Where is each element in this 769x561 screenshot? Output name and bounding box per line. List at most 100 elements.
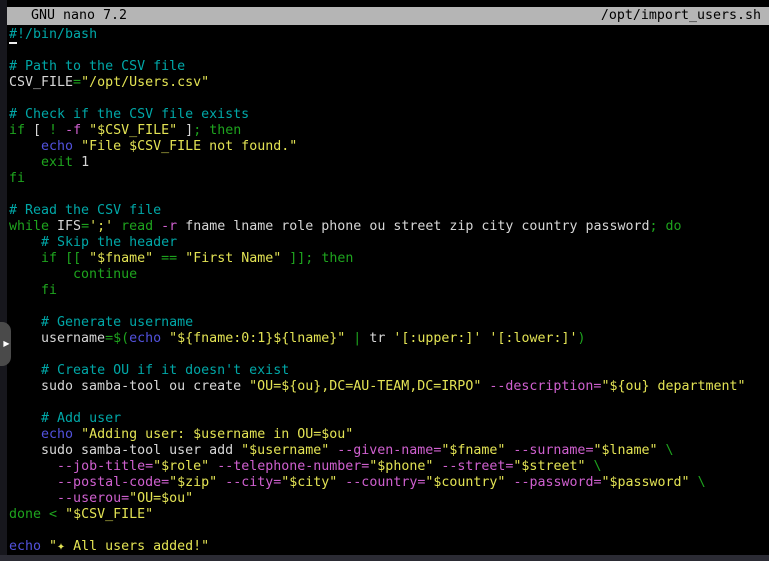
code-segment: # Read the CSV file bbox=[9, 203, 161, 218]
code-segment bbox=[153, 219, 161, 234]
code-line bbox=[9, 43, 769, 59]
code-segment: fname lname role phone ou street zip cit… bbox=[177, 219, 649, 234]
code-line bbox=[9, 395, 769, 411]
code-line: fi bbox=[9, 171, 769, 187]
text-cursor: # bbox=[9, 27, 17, 44]
code-segment: -f bbox=[65, 123, 81, 138]
code-segment bbox=[161, 331, 169, 346]
code-segment: ';' bbox=[89, 219, 113, 234]
code-line: exit 1 bbox=[9, 155, 769, 171]
code-segment: then bbox=[209, 123, 241, 138]
code-segment: sudo samba-tool user add bbox=[9, 443, 241, 458]
code-segment: "✦ All users added!" bbox=[49, 539, 209, 554]
code-line: while IFS=';' read -r fname lname role p… bbox=[9, 219, 769, 235]
code-segment: fi bbox=[41, 283, 57, 298]
code-line: if [ ! -f "$CSV_FILE" ]; then bbox=[9, 123, 769, 139]
code-segment: if bbox=[41, 251, 57, 266]
code-segment bbox=[658, 219, 666, 234]
code-segment: "$CSV_FILE" bbox=[89, 123, 177, 138]
code-segment: "OU=${ou},DC=AU-TEAM,DC=IRPO" bbox=[249, 379, 481, 394]
expand-arrow-icon: ▶ bbox=[3, 340, 9, 348]
code-segment: CSV_FILE bbox=[9, 75, 73, 90]
code-segment: = bbox=[81, 219, 89, 234]
code-segment: "$city" bbox=[281, 475, 337, 490]
code-line: # Create OU if it doesn't exist bbox=[9, 363, 769, 379]
code-line: done < "$CSV_FILE" bbox=[9, 507, 769, 523]
code-line: sudo samba-tool ou create "OU=${ou},DC=A… bbox=[9, 379, 769, 395]
nano-titlebar: GNU nano 7.2 /opt/import_users.sh bbox=[7, 7, 769, 25]
code-segment: "/opt/Users.csv" bbox=[81, 75, 209, 90]
sidebar-expand-handle[interactable]: ▶ bbox=[0, 322, 11, 366]
code-line: # Check if the CSV file exists bbox=[9, 107, 769, 123]
code-segment: read bbox=[121, 219, 153, 234]
code-line bbox=[9, 91, 769, 107]
code-line: --postal-code="$zip" --city="$city" --co… bbox=[9, 475, 769, 491]
code-segment: # Create OU if it doesn't exist bbox=[41, 363, 289, 378]
code-segment: "$lname" bbox=[593, 443, 657, 458]
terminal-window[interactable]: GNU nano 7.2 /opt/import_users.sh #!/bin… bbox=[7, 0, 769, 555]
code-segment: while bbox=[9, 219, 49, 234]
code-segment: username bbox=[9, 331, 105, 346]
code-segment: --description= bbox=[489, 379, 601, 394]
code-line bbox=[9, 523, 769, 539]
code-segment bbox=[658, 443, 666, 458]
code-segment: --country= bbox=[345, 475, 425, 490]
code-segment: if bbox=[9, 123, 25, 138]
code-segment: "$CSV_FILE" bbox=[65, 507, 153, 522]
code-segment: 1 bbox=[73, 155, 89, 170]
code-line: if [[ "$fname" == "First Name" ]]; then bbox=[9, 251, 769, 267]
code-segment: "First Name" bbox=[185, 251, 281, 266]
code-segment: "$country" bbox=[425, 475, 505, 490]
code-segment: !/bin/bash bbox=[17, 27, 97, 42]
code-segment bbox=[9, 251, 41, 266]
code-segment bbox=[690, 475, 698, 490]
code-segment: "Adding user: $username in OU=$ou" bbox=[81, 427, 353, 442]
code-segment: =$( bbox=[105, 331, 129, 346]
code-segment: # Check if the CSV file exists bbox=[9, 107, 249, 122]
code-segment: done bbox=[9, 507, 41, 522]
code-segment: = bbox=[73, 75, 81, 90]
code-segment: ] bbox=[177, 123, 193, 138]
code-segment: [[ bbox=[65, 251, 81, 266]
code-segment: --street= bbox=[441, 459, 513, 474]
code-segment bbox=[81, 123, 89, 138]
code-segment: "$phone" bbox=[369, 459, 433, 474]
code-line: # Path to the CSV file bbox=[9, 59, 769, 75]
code-line: # Skip the header bbox=[9, 235, 769, 251]
code-segment: ; bbox=[650, 219, 658, 234]
code-line: #!/bin/bash bbox=[9, 27, 769, 43]
code-segment: echo bbox=[41, 139, 73, 154]
code-line: echo "✦ All users added!" bbox=[9, 539, 769, 555]
code-segment: echo bbox=[129, 331, 161, 346]
code-segment: ! bbox=[49, 123, 57, 138]
code-segment bbox=[177, 251, 185, 266]
code-segment: --surname= bbox=[513, 443, 593, 458]
code-segment bbox=[73, 139, 81, 154]
code-segment: "$username" bbox=[241, 443, 329, 458]
code-segment bbox=[41, 507, 49, 522]
code-line: # Add user bbox=[9, 411, 769, 427]
code-segment bbox=[9, 235, 41, 250]
code-segment bbox=[9, 491, 57, 506]
code-segment bbox=[57, 251, 65, 266]
code-segment: [ bbox=[25, 123, 49, 138]
code-segment: do bbox=[666, 219, 682, 234]
code-segment: "${fname:0:1}${lname}" bbox=[169, 331, 345, 346]
code-line: # Generate username bbox=[9, 315, 769, 331]
code-segment: -r bbox=[161, 219, 177, 234]
code-segment: "$street" bbox=[513, 459, 585, 474]
code-segment bbox=[9, 459, 57, 474]
code-line: fi bbox=[9, 283, 769, 299]
code-segment bbox=[81, 251, 89, 266]
code-segment bbox=[217, 475, 225, 490]
code-segment: ; bbox=[193, 123, 201, 138]
code-line: echo "Adding user: $username in OU=$ou" bbox=[9, 427, 769, 443]
code-segment bbox=[153, 251, 161, 266]
code-segment: "$fname" bbox=[441, 443, 505, 458]
code-segment bbox=[9, 155, 41, 170]
code-segment: "$fname" bbox=[89, 251, 153, 266]
nano-file-path: /opt/import_users.sh bbox=[601, 7, 761, 25]
code-segment bbox=[9, 427, 41, 442]
code-line: # Read the CSV file bbox=[9, 203, 769, 219]
nano-edit-area[interactable]: #!/bin/bash # Path to the CSV fileCSV_FIL… bbox=[7, 25, 769, 555]
